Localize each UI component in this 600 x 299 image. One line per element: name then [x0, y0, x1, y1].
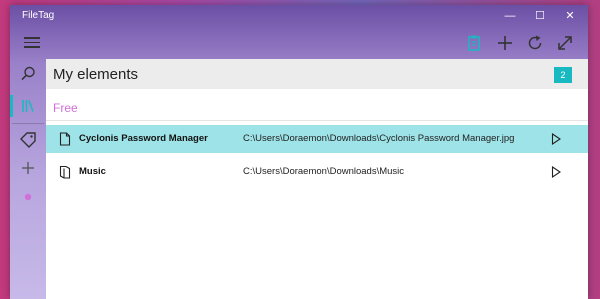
list-item[interactable]: Cyclonis Password Manager C:\Users\Dorae…: [46, 125, 588, 153]
title-bar: FileTag — ☐ ✕: [10, 5, 588, 27]
expand-icon[interactable]: [555, 33, 575, 53]
library-icon[interactable]: [18, 96, 38, 116]
toolbar: [10, 27, 588, 59]
item-name: Music: [79, 166, 106, 177]
content-header: My elements 2: [46, 59, 588, 89]
maximize-button[interactable]: ☐: [525, 5, 555, 27]
refresh-icon[interactable]: [525, 33, 545, 53]
folder-icon: [59, 165, 71, 179]
divider: [46, 120, 588, 121]
main-content: My elements 2 Free Cyclonis Password Man…: [46, 59, 588, 299]
add-tag-icon[interactable]: [18, 158, 38, 178]
app-window: FileTag — ☐ ✕ My elements 2 Free Cycloni…: [10, 5, 588, 299]
group-label: Free: [53, 101, 78, 115]
item-path: C:\Users\Doraemon\Downloads\Music: [243, 166, 405, 177]
page-title: My elements: [53, 66, 139, 83]
sidebar: [10, 59, 46, 299]
active-indicator: [10, 95, 13, 117]
add-icon[interactable]: [495, 33, 515, 53]
item-path: C:\Users\Doraemon\Downloads\Cyclonis Pas…: [243, 133, 515, 144]
minimize-button[interactable]: —: [495, 5, 525, 27]
app-title: FileTag: [22, 10, 55, 21]
play-icon[interactable]: [551, 166, 561, 178]
search-icon[interactable]: [18, 64, 38, 84]
count-badge: 2: [554, 67, 572, 83]
tag-icon[interactable]: [18, 129, 38, 149]
play-icon[interactable]: [551, 133, 561, 145]
close-button[interactable]: ✕: [555, 5, 585, 27]
clipboard-icon[interactable]: [464, 33, 484, 53]
item-name: Cyclonis Password Manager: [79, 133, 208, 144]
list-item[interactable]: Music C:\Users\Doraemon\Downloads\Music: [46, 158, 588, 186]
tag-dot-icon[interactable]: [18, 187, 38, 207]
file-icon: [59, 132, 71, 146]
sidebar-divider: [12, 123, 44, 124]
menu-icon[interactable]: [24, 37, 40, 49]
